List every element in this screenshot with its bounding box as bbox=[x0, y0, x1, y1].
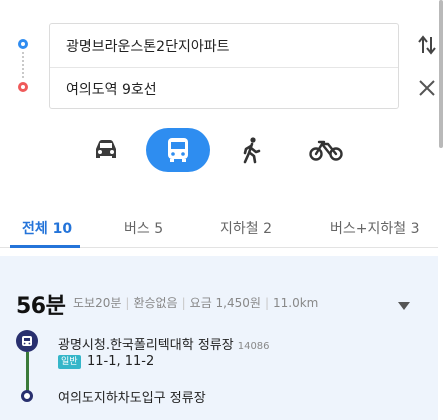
swap-vertical-icon bbox=[418, 35, 436, 55]
end-stop-marker bbox=[21, 390, 33, 402]
scrollbar-thumb[interactable] bbox=[439, 0, 443, 148]
clear-button[interactable] bbox=[416, 77, 438, 99]
route-segment-line bbox=[26, 352, 29, 392]
scrollbar[interactable] bbox=[438, 0, 444, 148]
route-type-tabs: 전체 10 버스 5 지하철 2 버스+지하철 3 bbox=[0, 204, 438, 248]
transfer-info: 환승없음 bbox=[133, 296, 178, 310]
mode-walk-button[interactable] bbox=[232, 128, 272, 172]
walk-icon bbox=[243, 137, 261, 164]
bus-stop-icon bbox=[16, 330, 38, 352]
bicycle-icon bbox=[309, 140, 343, 161]
tab-subway[interactable]: 지하철 2 bbox=[220, 218, 272, 238]
fare: 요금 1,450원 bbox=[189, 296, 261, 310]
close-icon bbox=[419, 80, 435, 96]
origin-input[interactable]: 광명브라운스톤2단지아파트 bbox=[50, 24, 398, 67]
expand-button[interactable] bbox=[396, 297, 412, 310]
origin-marker-icon bbox=[18, 39, 28, 49]
route-connector-line bbox=[22, 52, 24, 80]
walk-time: 도보20분 bbox=[73, 296, 122, 310]
tab-bus-subway[interactable]: 버스+지하철 3 bbox=[330, 218, 420, 238]
bus-icon bbox=[168, 138, 188, 162]
mode-transit-button[interactable] bbox=[146, 128, 210, 172]
start-stop-name: 광명시청.한국폴리텍대학 정류장 bbox=[58, 338, 234, 353]
route-result-card[interactable]: 56분 도보20분 | 환승없음 | 요금 1,450원 | 11.0km 광명시청.한국폴… bbox=[0, 256, 438, 420]
start-stop-id: 14086 bbox=[237, 341, 270, 352]
destination-marker-icon bbox=[18, 82, 28, 92]
end-stop[interactable]: 여의도지하차도입구 정류장 bbox=[58, 387, 206, 406]
swap-button[interactable] bbox=[416, 33, 438, 57]
mode-bike-button[interactable] bbox=[298, 128, 354, 172]
active-tab-indicator bbox=[10, 245, 80, 248]
mode-car-button[interactable] bbox=[86, 128, 126, 172]
bus-numbers: 11-1, 11-2 bbox=[87, 354, 155, 369]
route-input-box: 광명브라운스톤2단지아파트 여의도역 9호선 bbox=[49, 23, 399, 109]
duration: 56분 bbox=[16, 294, 66, 319]
tab-all[interactable]: 전체 10 bbox=[22, 218, 72, 238]
bus-type-badge: 일반 bbox=[58, 355, 81, 369]
caret-down-icon bbox=[398, 302, 410, 310]
car-icon bbox=[96, 140, 116, 158]
start-stop[interactable]: 광명시청.한국폴리텍대학 정류장 14086 bbox=[58, 334, 270, 353]
route-summary: 도보20분 | 환승없음 | 요금 1,450원 | 11.0km bbox=[73, 296, 319, 310]
destination-input[interactable]: 여의도역 9호선 bbox=[50, 67, 398, 110]
tab-bus[interactable]: 버스 5 bbox=[124, 218, 163, 238]
distance: 11.0km bbox=[273, 296, 319, 310]
